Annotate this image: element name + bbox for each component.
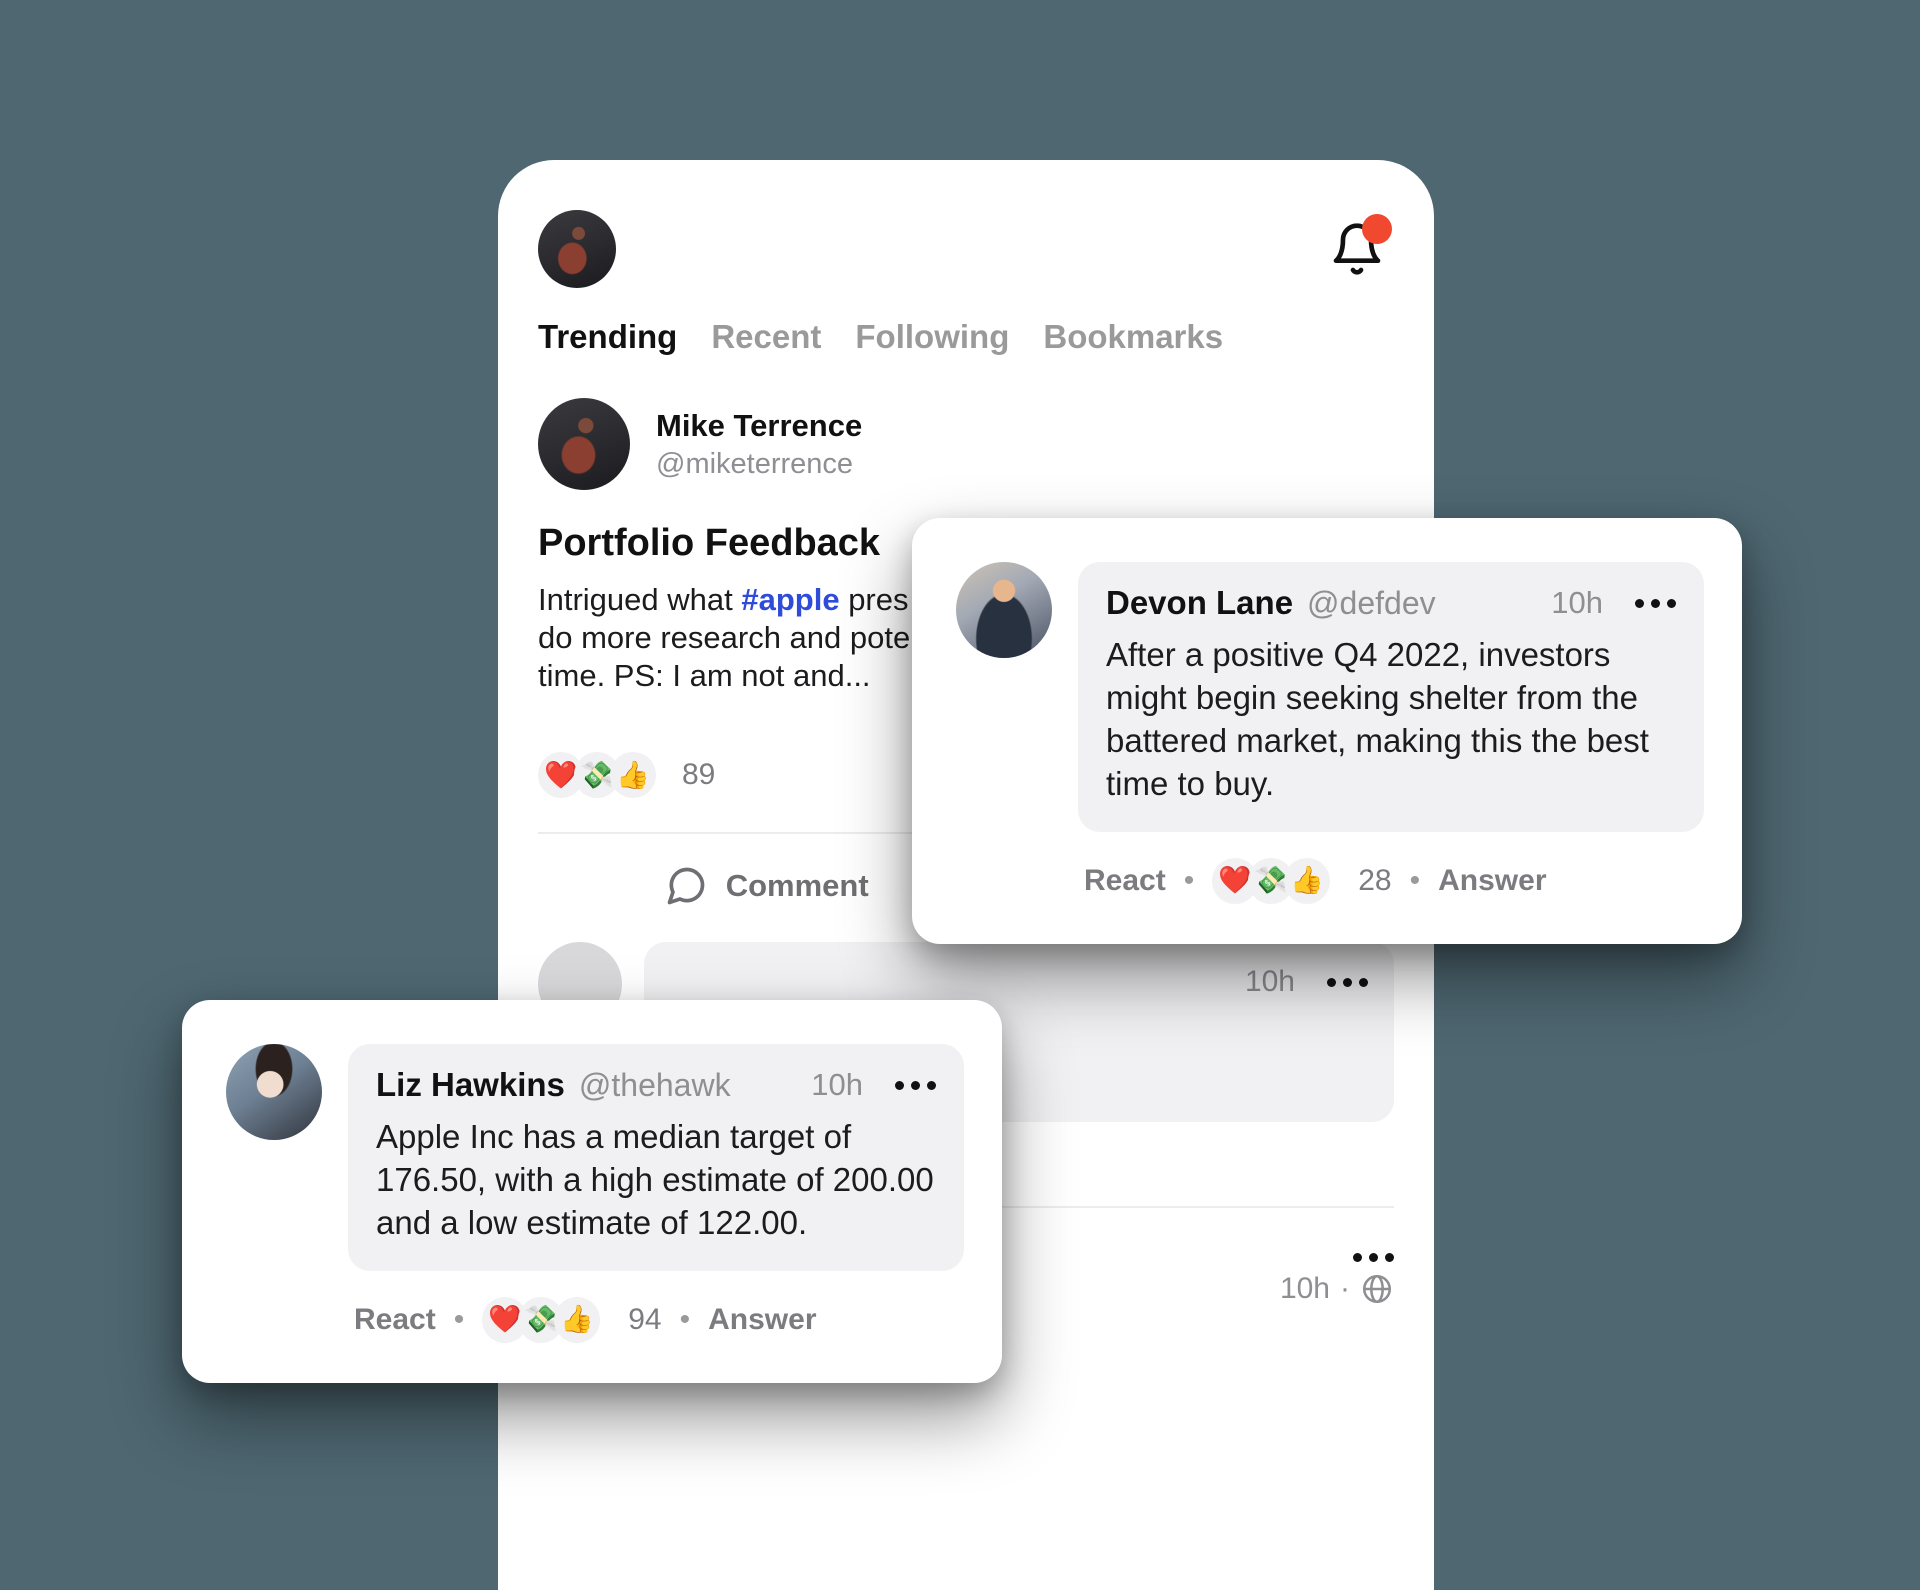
- liz-more-icon[interactable]: [895, 1080, 936, 1090]
- bottom-post-time: 10h: [1279, 1272, 1330, 1306]
- liz-sep-2: •: [679, 1302, 691, 1336]
- devon-name: Devon Lane: [1106, 584, 1294, 621]
- post-author-handle: @miketerrence: [656, 447, 854, 480]
- post-reaction-count: 89: [682, 758, 716, 792]
- devon-text: After a positive Q4 2022, investors migh…: [1106, 636, 1649, 802]
- devon-time: 10h: [1551, 585, 1603, 620]
- devon-avatar[interactable]: [956, 562, 1052, 658]
- liz-time: 10h: [811, 1067, 863, 1102]
- reaction-thumbsup-icon[interactable]: 👍: [1284, 857, 1331, 904]
- devon-sep-1: •: [1183, 863, 1195, 897]
- devon-footer: React • ❤️ 💸 👍 28 • Answer: [1078, 857, 1704, 904]
- devon-reaction-count: 28: [1358, 863, 1392, 897]
- tab-trending[interactable]: Trending: [538, 318, 677, 356]
- post-body-line1-post: pres: [839, 582, 909, 617]
- liz-avatar[interactable]: [226, 1044, 322, 1140]
- user-avatar[interactable]: [538, 210, 616, 288]
- liz-reaction-count: 94: [628, 1302, 662, 1336]
- feed-tabs: Trending Recent Following Bookmarks: [538, 318, 1394, 356]
- liz-react-button[interactable]: React: [354, 1303, 436, 1337]
- liz-bubble: Liz Hawkins @thehawk 10h Apple Inc has a…: [348, 1044, 964, 1271]
- notification-badge: [1362, 214, 1392, 244]
- app-header: [538, 160, 1394, 290]
- screen-root: Trending Recent Following Bookmarks Mike…: [0, 0, 1920, 1590]
- post-body-line1-pre: Intrigued what: [538, 582, 742, 617]
- inline-comment-more-icon[interactable]: [1327, 977, 1368, 987]
- liz-name: Liz Hawkins: [376, 1066, 565, 1103]
- liz-sep-1: •: [453, 1302, 465, 1336]
- comment-icon: [667, 868, 705, 905]
- hashtag-apple[interactable]: #apple: [741, 582, 839, 617]
- comment-button[interactable]: Comment: [664, 864, 869, 908]
- devon-handle: @defdev: [1307, 584, 1436, 621]
- liz-text: Apple Inc has a median target of 176.50,…: [376, 1118, 934, 1241]
- inline-comment-name: [670, 964, 679, 1000]
- tab-recent[interactable]: Recent: [711, 318, 821, 356]
- globe-icon: [1362, 1275, 1392, 1304]
- devon-more-icon[interactable]: [1635, 598, 1676, 608]
- devon-bubble: Devon Lane @defdev 10h After a positive …: [1078, 562, 1704, 832]
- post-author[interactable]: Mike Terrence @miketerrence: [538, 398, 1394, 490]
- floating-comment-card-liz[interactable]: Liz Hawkins @thehawk 10h Apple Inc has a…: [182, 1000, 1002, 1383]
- reaction-thumbsup-icon[interactable]: 👍: [554, 1296, 601, 1343]
- bottom-post-separator: ·: [1340, 1272, 1350, 1306]
- tab-bookmarks[interactable]: Bookmarks: [1043, 318, 1223, 356]
- reaction-thumbsup-icon[interactable]: 👍: [610, 752, 656, 799]
- liz-reaction-chips[interactable]: ❤️ 💸 👍: [482, 1296, 601, 1343]
- inline-comment-time: 10h: [1244, 965, 1295, 999]
- liz-handle: @thehawk: [578, 1066, 731, 1103]
- floating-comment-card-devon[interactable]: Devon Lane @defdev 10h After a positive …: [912, 518, 1742, 944]
- liz-footer: React • ❤️ 💸 👍 94 • Answer: [348, 1296, 964, 1343]
- devon-reaction-chips[interactable]: ❤️ 💸 👍: [1212, 857, 1331, 904]
- bottom-post-meta: 10h ·: [1280, 1272, 1394, 1306]
- post-author-name: Mike Terrence: [656, 407, 863, 443]
- notifications-button[interactable]: [1320, 212, 1394, 286]
- devon-sep-2: •: [1409, 863, 1421, 897]
- bottom-post-more-icon[interactable]: [1353, 1253, 1394, 1263]
- liz-answer-button[interactable]: Answer: [708, 1303, 816, 1337]
- devon-answer-button[interactable]: Answer: [1438, 864, 1546, 898]
- comment-label: Comment: [725, 868, 869, 904]
- post-reaction-chips[interactable]: ❤️ 💸 👍: [538, 752, 656, 799]
- tab-following[interactable]: Following: [855, 318, 1009, 356]
- post-author-avatar[interactable]: [538, 398, 630, 490]
- devon-react-button[interactable]: React: [1084, 864, 1166, 898]
